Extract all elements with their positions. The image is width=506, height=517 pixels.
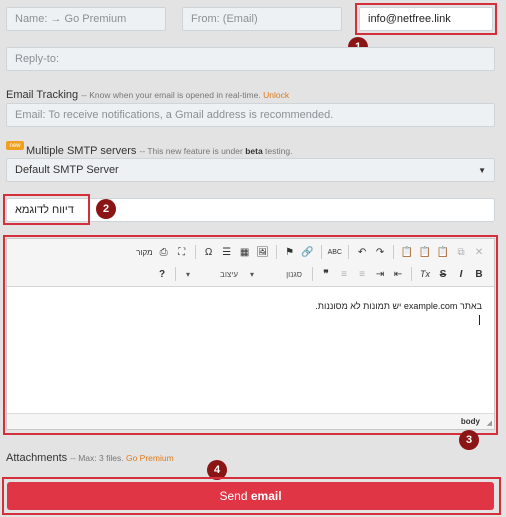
new-badge: new [6,141,24,150]
smtp-label-row: Multiple SMTP servers -- This new featur… [26,145,292,157]
from-email-placeholder: From: (Email) [191,13,258,25]
attachments-label: Attachments [6,452,68,464]
smtp-note-bold: beta [245,146,263,156]
attachments-note: -- Max: 3 files. [70,453,124,463]
highlight-box-2 [3,194,90,225]
attachments-label-row: Attachments -- Max: 3 files. Go Premium [6,452,174,464]
unlock-link[interactable]: Unlock [263,90,289,100]
smtp-note-prefix: -- This new feature is under [139,146,243,156]
from-email-field[interactable]: From: (Email) [182,7,342,31]
smtp-label: Multiple SMTP servers [26,145,137,157]
tracking-email-placeholder: Email: To receive notifications, a Gmail… [15,109,334,121]
smtp-note-suffix: testing. [265,146,293,156]
sender-name-field[interactable]: Name: → Go Premium [6,7,166,31]
smtp-server-select[interactable]: Default SMTP Server ▼ [6,158,495,182]
tracking-email-field[interactable]: Email: To receive notifications, a Gmail… [6,103,495,127]
highlight-box-3 [3,235,498,435]
highlight-box-4 [2,477,501,515]
tracking-label: Email Tracking [6,89,79,101]
tracking-label-row: Email Tracking -- Know when your email i… [6,89,289,101]
go-premium-link[interactable]: Go Premium [126,453,174,463]
callout-badge-3: 3 [459,430,479,450]
smtp-server-selected: Default SMTP Server [15,164,119,176]
highlight-box-1 [355,3,497,35]
reply-to-placeholder: Reply-to: [15,53,60,65]
chevron-down-icon: ▼ [478,165,486,175]
tracking-note: -- Know when your email is opened in rea… [81,90,261,100]
reply-to-field[interactable]: Reply-to: [6,47,495,71]
sender-name-placeholder: Name: → Go Premium [15,13,127,25]
callout-badge-2: 2 [96,199,116,219]
